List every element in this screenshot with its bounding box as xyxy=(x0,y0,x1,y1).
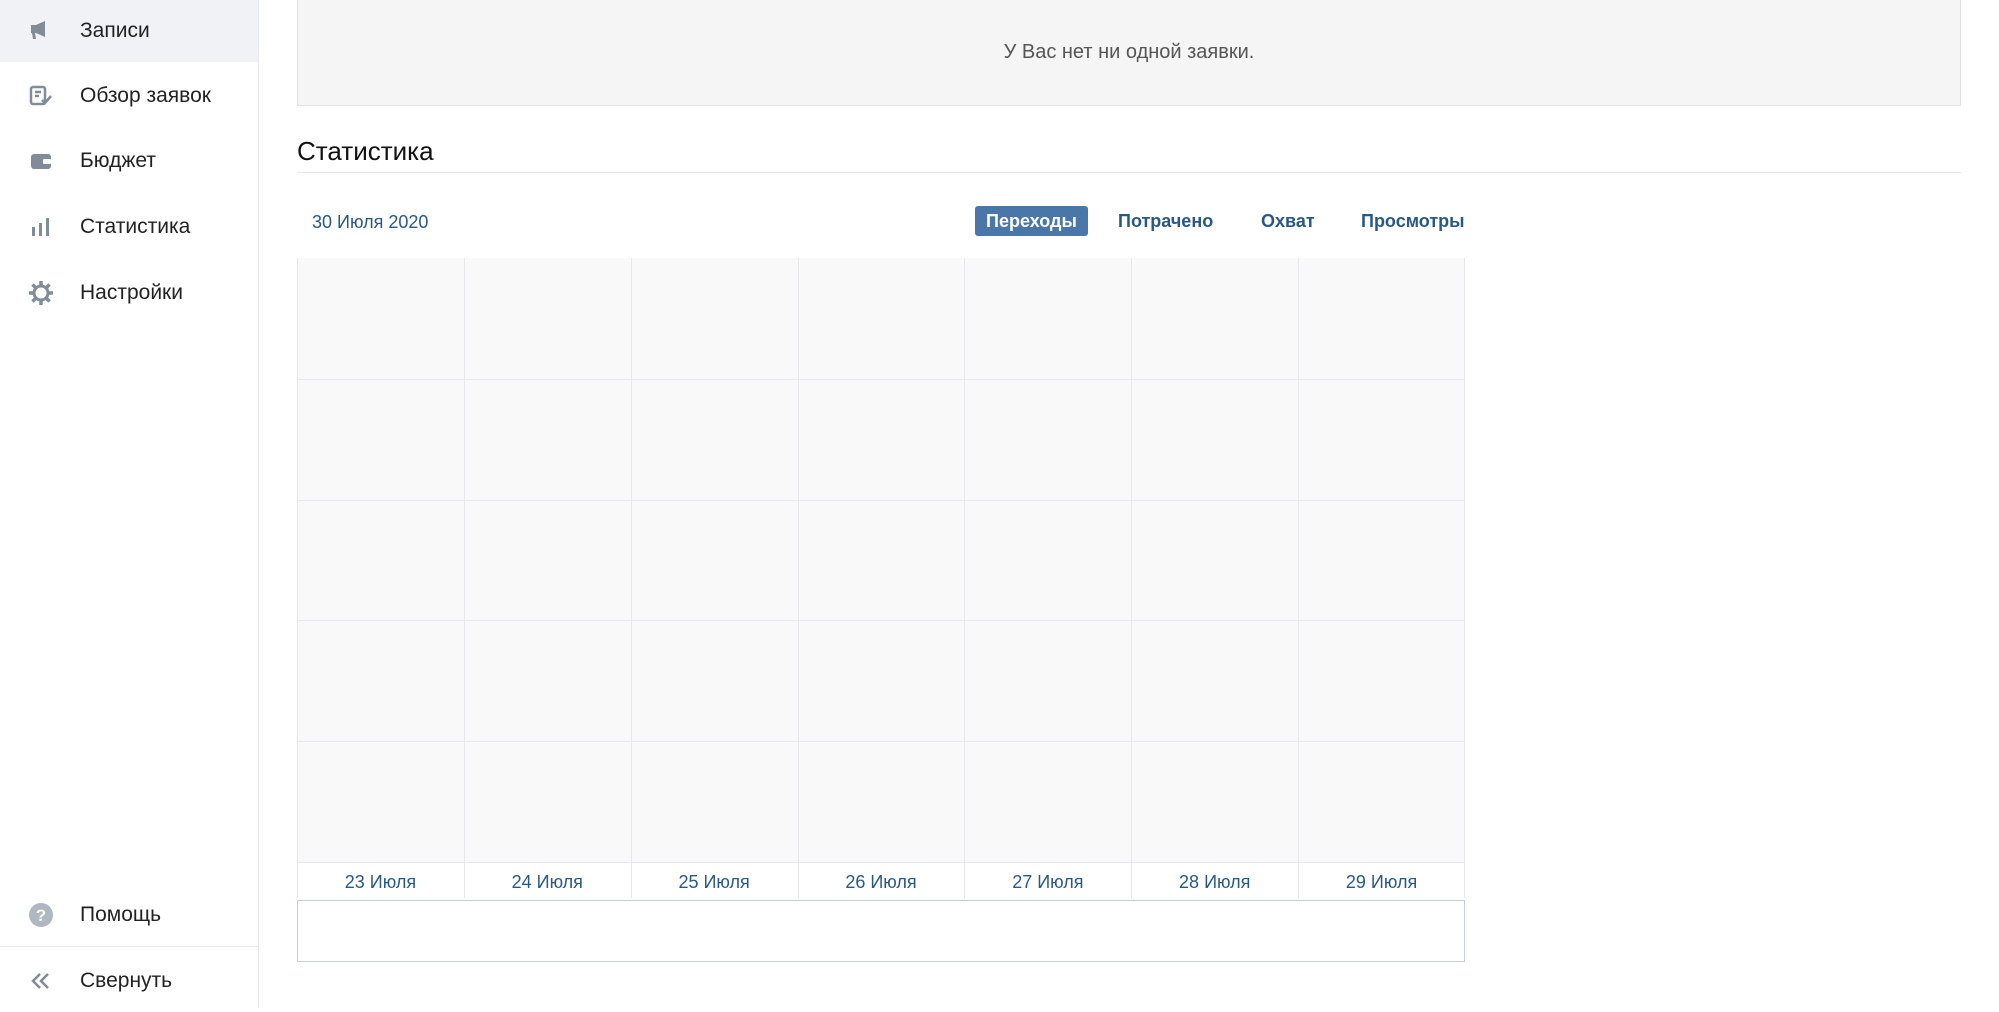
sidebar-item-statistics[interactable]: Статистика xyxy=(0,196,258,258)
megaphone-icon xyxy=(26,16,56,46)
sidebar-item-label: Статистика xyxy=(80,215,191,238)
x-tick-label: 26 Июля xyxy=(845,872,916,892)
sidebar-item-budget[interactable]: Бюджет xyxy=(0,130,258,192)
stats-chart: 23 Июля 24 Июля 25 Июля 26 Июля 27 Июля 28 Ию… xyxy=(297,258,1465,898)
sidebar-item-posts[interactable]: Записи xyxy=(0,0,258,62)
date-selector[interactable]: 30 Июля 2020 xyxy=(312,212,428,233)
x-tick-label: 29 Июля xyxy=(1346,872,1417,892)
sidebar-item-label: Бюджет xyxy=(80,149,156,172)
chart-range-box[interactable] xyxy=(297,900,1465,962)
bar-chart-icon xyxy=(26,212,56,242)
collapse-button[interactable]: Свернуть xyxy=(0,950,258,1012)
tab-clicks[interactable]: Переходы xyxy=(975,206,1088,236)
sidebar-item-requests[interactable]: Обзор заявок xyxy=(0,65,258,127)
collapse-label: Свернуть xyxy=(80,969,173,992)
double-chevron-left-icon xyxy=(26,966,56,996)
x-tick-label: 27 Июля xyxy=(1012,872,1083,892)
sidebar-item-label: Обзор заявок xyxy=(80,84,211,107)
plot-area xyxy=(297,258,1465,862)
gear-icon xyxy=(26,278,56,308)
request-review-icon xyxy=(26,81,56,111)
sidebar: Записи Обзор заявок Бюджет Статистика На… xyxy=(0,0,259,1008)
chart-svg: 23 Июля 24 Июля 25 Июля 26 Июля 27 Июля 28 Ию… xyxy=(297,258,1465,898)
sidebar-divider xyxy=(0,946,258,947)
help-icon: ? xyxy=(26,900,56,930)
tab-reach[interactable]: Охват xyxy=(1250,206,1326,236)
wallet-icon xyxy=(26,146,56,176)
tab-views[interactable]: Просмотры xyxy=(1350,206,1476,236)
x-tick-label: 28 Июля xyxy=(1179,872,1250,892)
x-tick-label: 24 Июля xyxy=(512,872,583,892)
x-tick-label: 25 Июля xyxy=(678,872,749,892)
x-tick-label: 23 Июля xyxy=(345,872,416,892)
sidebar-item-settings[interactable]: Настройки xyxy=(0,262,258,324)
page-title: Статистика xyxy=(297,136,434,166)
tab-spent[interactable]: Потрачено xyxy=(1107,206,1224,236)
section-divider xyxy=(297,172,1961,173)
help-button[interactable]: ? Помощь xyxy=(0,884,258,946)
empty-requests-notice: У Вас нет ни одной заявки. xyxy=(297,0,1961,106)
help-label: Помощь xyxy=(80,903,162,926)
sidebar-item-label: Записи xyxy=(80,19,150,42)
sidebar-item-label: Настройки xyxy=(80,281,183,304)
svg-text:?: ? xyxy=(36,906,46,925)
notice-text: У Вас нет ни одной заявки. xyxy=(1003,41,1255,63)
